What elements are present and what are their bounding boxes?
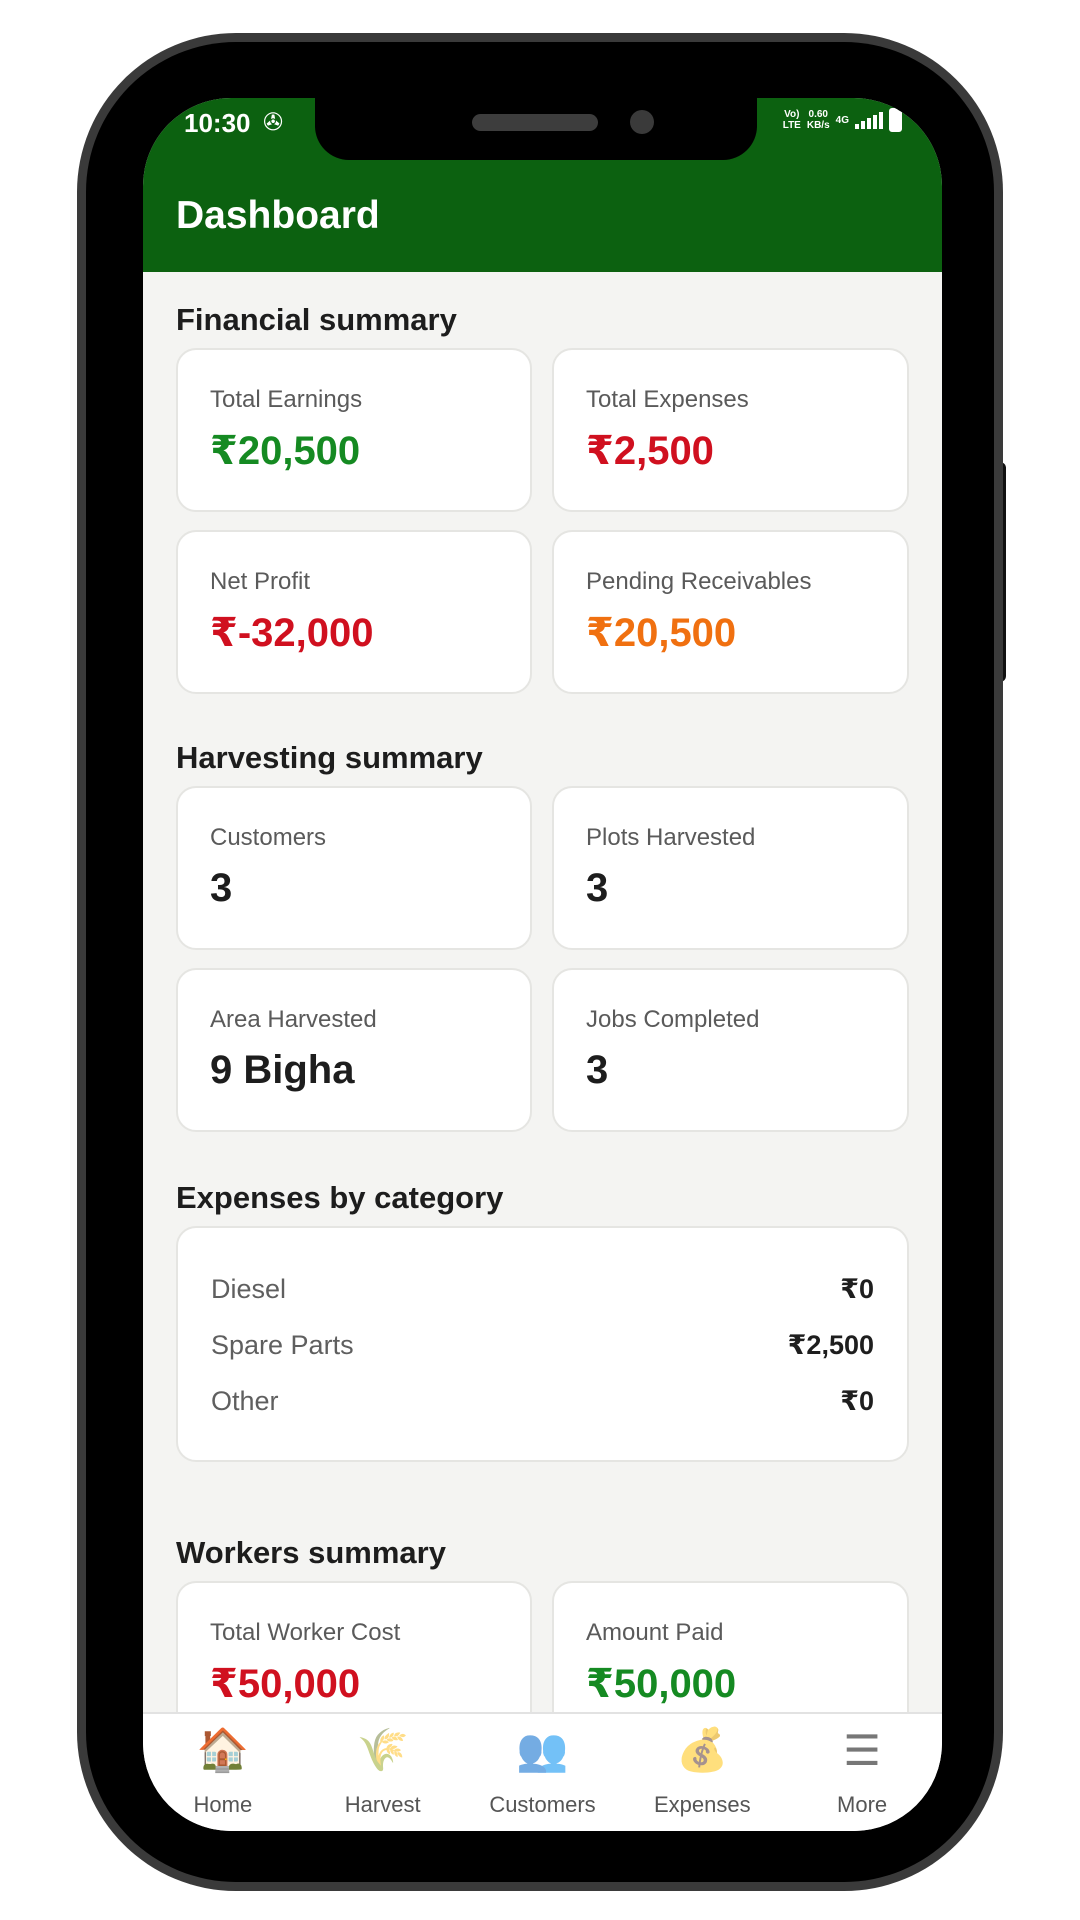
net-profit-card[interactable]: Net Profit ₹-32,000 [176, 530, 532, 694]
nav-item-home[interactable]: 🏠 Home [143, 1714, 303, 1831]
nav-label: Home [193, 1792, 253, 1817]
card-value: ₹50,000 [586, 1662, 737, 1706]
total-expenses-card[interactable]: Total Expenses ₹2,500 [552, 348, 909, 512]
network-indicator: Vo) LTE [782, 109, 801, 131]
battery-icon [889, 108, 902, 132]
expenses-icon: 💰 [676, 1726, 729, 1773]
more-icon: ☰ [843, 1727, 881, 1774]
card-value: 3 [210, 866, 233, 910]
expense-name: Spare Parts [211, 1330, 354, 1360]
jobs-completed-card[interactable]: Jobs Completed 3 [552, 968, 909, 1132]
card-value: ₹-32,000 [210, 611, 374, 655]
card-value: 9 Bigha [210, 1048, 355, 1092]
nav-item-customers[interactable]: 👥 Customers [463, 1714, 623, 1831]
nav-item-harvest[interactable]: 🌾 Harvest [303, 1714, 463, 1831]
expenses-by-category-title: Expenses by category [176, 1180, 504, 1215]
card-label: Area Harvested [210, 1006, 377, 1033]
harvest-icon: 🌾 [356, 1726, 409, 1773]
card-label: Pending Receivables [586, 568, 812, 595]
card-value: ₹2,500 [586, 429, 714, 473]
expense-row-diesel: Diesel ₹0 [211, 1274, 874, 1305]
amount-paid-card[interactable]: Amount Paid ₹50,000 [552, 1581, 909, 1712]
card-label: Amount Paid [586, 1619, 724, 1646]
bottom-navigation: 🏠 Home 🌾 Harvest 👥 Customers 💰 Expenses … [143, 1712, 942, 1831]
card-label: Total Expenses [586, 386, 749, 413]
phone-screen: 10:30 ✇ Vo) LTE 0.60 KB/s 4G Dashboard F… [143, 98, 942, 1831]
card-label: Customers [210, 824, 327, 851]
card-value: ₹20,500 [586, 611, 737, 655]
workers-summary-title: Workers summary [176, 1535, 446, 1570]
nav-label: More [837, 1792, 888, 1817]
area-harvested-card[interactable]: Area Harvested 9 Bigha [176, 968, 532, 1132]
card-value: 3 [586, 866, 609, 910]
expense-name: Diesel [211, 1274, 287, 1304]
card-label: Plots Harvested [586, 824, 756, 851]
financial-summary-title: Financial summary [176, 302, 457, 337]
expense-amount: ₹2,500 [787, 1330, 874, 1360]
pending-receivables-card[interactable]: Pending Receivables ₹20,500 [552, 530, 909, 694]
expenses-category-card: Diesel ₹0 Spare Parts ₹2,500 Other ₹0 [176, 1226, 909, 1462]
front-camera [630, 110, 654, 134]
card-value: ₹50,000 [210, 1662, 361, 1706]
power-button [994, 462, 1006, 682]
notch [315, 98, 757, 160]
harvesting-summary-title: Harvesting summary [176, 740, 483, 775]
signal-type: 4G [835, 114, 849, 126]
nav-label: Expenses [653, 1792, 751, 1817]
dashboard-content[interactable]: Financial summary Total Earnings ₹20,500… [143, 272, 942, 1712]
nav-item-more[interactable]: ☰ More [782, 1714, 942, 1831]
card-label: Net Profit [210, 568, 311, 595]
page-title: Dashboard [176, 194, 380, 237]
expense-amount: ₹0 [840, 1386, 874, 1416]
expense-amount: ₹0 [840, 1274, 874, 1304]
customers-icon: 👥 [516, 1726, 569, 1773]
nav-item-expenses[interactable]: 💰 Expenses [622, 1714, 782, 1831]
nav-label: Customers [489, 1792, 596, 1817]
status-indicators: Vo) LTE 0.60 KB/s 4G [783, 108, 902, 132]
expense-name: Other [211, 1386, 279, 1416]
total-worker-cost-card[interactable]: Total Worker Cost ₹50,000 [176, 1581, 532, 1712]
home-icon: 🏠 [196, 1726, 250, 1773]
card-value: 3 [586, 1048, 609, 1092]
speaker-grille [472, 114, 598, 131]
expense-row-other: Other ₹0 [211, 1386, 874, 1417]
card-label: Jobs Completed [586, 1006, 760, 1033]
signal-icon [855, 111, 883, 129]
card-label: Total Earnings [210, 386, 363, 413]
expense-row-spare-parts: Spare Parts ₹2,500 [211, 1330, 874, 1361]
total-earnings-card[interactable]: Total Earnings ₹20,500 [176, 348, 532, 512]
status-time: 10:30 [184, 108, 251, 138]
pinwheel-icon: ✇ [263, 109, 284, 136]
plots-harvested-card[interactable]: Plots Harvested 3 [552, 786, 909, 950]
network-speed: 0.60 KB/s [806, 109, 830, 131]
customers-card[interactable]: Customers 3 [176, 786, 532, 950]
card-label: Total Worker Cost [210, 1619, 401, 1646]
card-value: ₹20,500 [210, 429, 361, 473]
nav-label: Harvest [344, 1792, 421, 1817]
